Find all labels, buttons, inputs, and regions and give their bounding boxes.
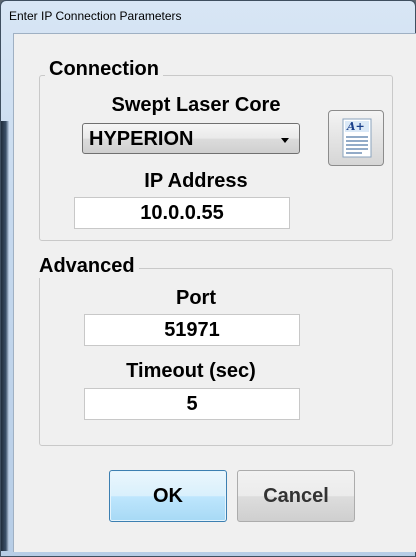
dialog-window: Enter IP Connection Parameters Connectio…: [0, 0, 416, 557]
chevron-down-icon: [281, 138, 289, 143]
ip-address-input[interactable]: 10.0.0.55: [74, 197, 290, 229]
swept-laser-core-label: Swept Laser Core: [111, 94, 281, 116]
ip-address-label: IP Address: [144, 170, 248, 192]
swept-laser-core-value: HYPERION: [89, 128, 194, 150]
window-edge: [1, 121, 9, 551]
font-button[interactable]: A+: [328, 110, 384, 166]
port-label: Port: [176, 287, 216, 309]
title-bar[interactable]: Enter IP Connection Parameters: [7, 5, 409, 27]
ok-button-label: OK: [153, 485, 183, 507]
advanced-legend: Advanced: [35, 255, 139, 278]
cancel-button-label: Cancel: [263, 485, 329, 507]
font-button-glyph: A+: [346, 120, 365, 133]
dialog-client-area: Connection Swept Laser Core HYPERION A+ …: [13, 33, 416, 552]
connection-legend: Connection: [45, 58, 163, 81]
window-title: Enter IP Connection Parameters: [9, 9, 182, 23]
ok-button[interactable]: OK: [109, 470, 227, 522]
port-input[interactable]: 51971: [84, 314, 300, 346]
timeout-label: Timeout (sec): [126, 360, 256, 382]
swept-laser-core-dropdown[interactable]: HYPERION: [82, 123, 300, 154]
font-style-icon: A+: [342, 118, 372, 158]
timeout-input[interactable]: 5: [84, 388, 300, 420]
cancel-button[interactable]: Cancel: [237, 470, 355, 522]
